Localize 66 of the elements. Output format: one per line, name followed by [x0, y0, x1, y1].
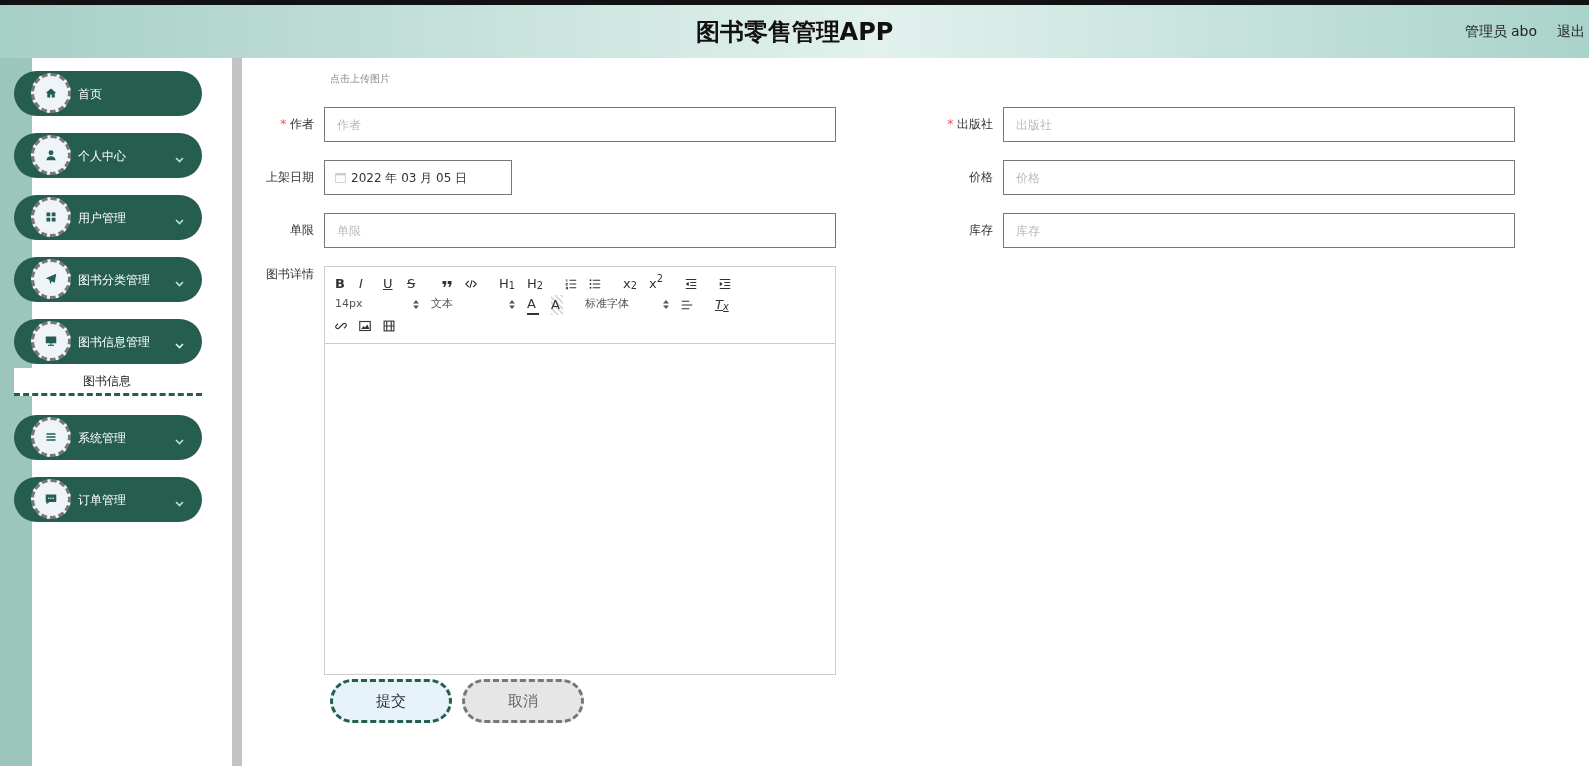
chevron-icon [175, 438, 184, 445]
bold-button[interactable]: B [335, 273, 347, 294]
numbered-list-icon[interactable] [565, 277, 577, 290]
bullet-list-icon[interactable] [589, 277, 601, 290]
user-name: 管理员 abo [1464, 22, 1537, 41]
chevron-icon [175, 280, 184, 287]
menu-item[interactable]: 图书分类管理 [14, 257, 202, 302]
clear-format-button[interactable]: T$_{x}$ [715, 294, 729, 315]
menu-item[interactable]: 系统管理 [14, 415, 202, 460]
editor-select[interactable]: 文本 [431, 296, 515, 313]
input-field[interactable]: 价格 [1003, 160, 1515, 195]
field-label: * 作者 [280, 117, 314, 131]
indent-icon[interactable] [718, 277, 731, 290]
user-icon [45, 149, 57, 161]
menu-item[interactable]: 用户管理 [14, 195, 202, 240]
calendar-icon [335, 172, 346, 183]
sort-arrows-icon [509, 299, 515, 309]
image-icon[interactable] [359, 319, 371, 332]
code-icon[interactable] [465, 277, 477, 290]
underline-button[interactable]: U [383, 273, 395, 294]
script-button[interactable]: x$^{2}$ [648, 273, 663, 294]
editor-select[interactable]: 14px [335, 296, 419, 313]
strikethrough-button[interactable]: S [407, 273, 419, 294]
heading-button[interactable]: H$_{1}$ [499, 273, 515, 294]
chevron-icon [175, 500, 184, 507]
app-title: 图书零售管理APP [695, 16, 894, 48]
menu-item[interactable]: 个人中心 [14, 133, 202, 178]
highlight-button[interactable]: A [551, 294, 563, 315]
sort-arrows-icon [663, 299, 669, 309]
date-field[interactable]: 2022 年 03 月 05 日 [324, 160, 512, 195]
chevron-icon [175, 156, 184, 163]
grid-icon [45, 211, 57, 223]
outdent-icon[interactable] [684, 277, 697, 290]
submit-button[interactable]: 提交 [330, 679, 452, 723]
menu-item[interactable]: 订单管理 [14, 477, 202, 522]
field-label: * 出版社 [947, 117, 993, 131]
monitor-icon [45, 335, 57, 347]
editor-select[interactable]: 标准字体 [585, 296, 669, 313]
field-label: 上架日期 [266, 170, 314, 184]
logout-link[interactable]: 退出 [1557, 21, 1585, 42]
input-field[interactable]: 库存 [1003, 213, 1515, 248]
chat-icon [45, 493, 57, 505]
field-label: 图书详情 [266, 267, 314, 281]
home-icon [45, 87, 57, 99]
text-color-button[interactable]: A [527, 294, 539, 315]
film-icon[interactable] [383, 319, 395, 332]
cancel-button[interactable]: 取消 [462, 679, 584, 723]
menu-item[interactable]: 首页 [14, 71, 202, 116]
sort-arrows-icon [413, 299, 419, 309]
script-button[interactable]: x$_{2}$ [623, 273, 637, 294]
list-icon [45, 431, 57, 443]
chevron-icon [175, 218, 184, 225]
input-field[interactable]: 作者 [324, 107, 836, 142]
chevron-icon [175, 342, 184, 349]
upload-hint[interactable]: 点击上传图片 [330, 73, 390, 84]
paper-plane-icon [45, 273, 57, 285]
menu-item[interactable]: 图书信息管理 [14, 319, 202, 364]
input-field[interactable]: 出版社 [1003, 107, 1515, 142]
align-left-icon[interactable] [681, 298, 693, 311]
heading-button[interactable]: H$_{2}$ [527, 273, 543, 294]
italic-button[interactable]: I [359, 273, 371, 294]
input-field[interactable]: 单限 [324, 213, 836, 248]
field-label: 价格 [969, 170, 993, 184]
field-label: 单限 [290, 223, 314, 237]
submenu-item[interactable]: 图书信息 [14, 368, 202, 396]
field-label: 库存 [969, 223, 993, 237]
